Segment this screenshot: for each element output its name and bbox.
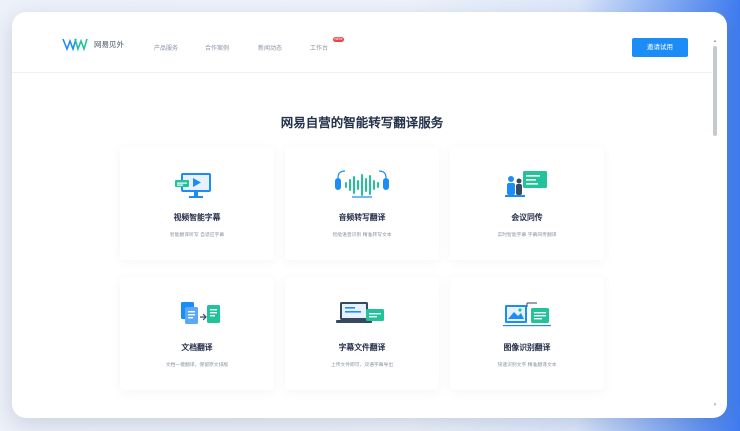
brand-logo[interactable]: 网易见外: [62, 36, 124, 52]
vertical-scrollbar[interactable]: ▴ ▾: [712, 38, 718, 408]
video-monitor-icon: [175, 173, 211, 198]
document-icon: [181, 302, 220, 324]
service-title: 字幕文件翻译: [338, 343, 386, 352]
nav-news[interactable]: 新闻动态: [258, 43, 282, 52]
section-heading: 网易自营的智能转写翻译服务: [280, 115, 444, 130]
service-desc: 快速识别文字 精准翻译文本: [497, 363, 557, 368]
new-badge: NEW: [333, 37, 344, 42]
service-title: 会议同传: [511, 213, 543, 222]
nav-workbench[interactable]: 工作台: [310, 43, 328, 52]
scroll-up-icon[interactable]: ▴: [712, 38, 718, 44]
service-desc: 智能翻译听写 自适应字幕: [169, 233, 225, 238]
meeting-icon: [505, 171, 547, 197]
invite-trial-button[interactable]: 邀请试用: [632, 38, 688, 57]
scroll-down-icon[interactable]: ▾: [712, 402, 718, 408]
service-card-audio-transcription[interactable]: 音频转写翻译 智能语音识别 精准转写文本: [285, 147, 439, 260]
logo-icon: [62, 38, 88, 52]
service-desc: 上传文件即可，双语字幕导出: [330, 363, 394, 368]
service-desc: 文档一键翻译，保留原文排版: [165, 363, 229, 368]
service-title: 音频转写翻译: [338, 213, 386, 222]
service-title: 视频智能字幕: [173, 213, 221, 222]
service-card-document-translation[interactable]: 文档翻译 文档一键翻译，保留原文排版: [120, 277, 274, 390]
service-desc: 智能语音识别 精准转写文本: [332, 233, 392, 238]
audio-wave-icon: [335, 170, 389, 198]
scroll-thumb[interactable]: [713, 46, 717, 136]
service-title: 图像识别翻译: [503, 343, 551, 352]
logo-text: 网易见外: [94, 39, 124, 49]
service-card-meeting-interpretation[interactable]: 会议同传 实时智能字幕 字幕同传翻译: [450, 147, 604, 260]
browser-window: 网易见外 产品服务 合作案例 新闻动态 工作台 NEW 邀请试用 网易自营的智能…: [12, 12, 727, 418]
service-desc: 实时智能字幕 字幕同传翻译: [497, 233, 557, 238]
nav-cases[interactable]: 合作案例: [205, 43, 229, 52]
service-card-image-recognition[interactable]: 图像识别翻译 快速识别文字 精准翻译文本: [450, 277, 604, 390]
top-navbar: 网易见外 产品服务 合作案例 新闻动态 工作台 NEW 邀请试用: [12, 12, 712, 73]
service-card-video-subtitle[interactable]: 视频智能字幕 智能翻译听写 自适应字幕: [120, 147, 274, 260]
service-card-subtitle-file[interactable]: 字幕文件翻译 上传文件即可，双语字幕导出: [285, 277, 439, 390]
subtitle-laptop-icon: [336, 302, 384, 323]
nav-products[interactable]: 产品服务: [154, 43, 178, 52]
service-title: 文档翻译: [181, 343, 213, 352]
image-recognition-icon: [503, 302, 551, 327]
